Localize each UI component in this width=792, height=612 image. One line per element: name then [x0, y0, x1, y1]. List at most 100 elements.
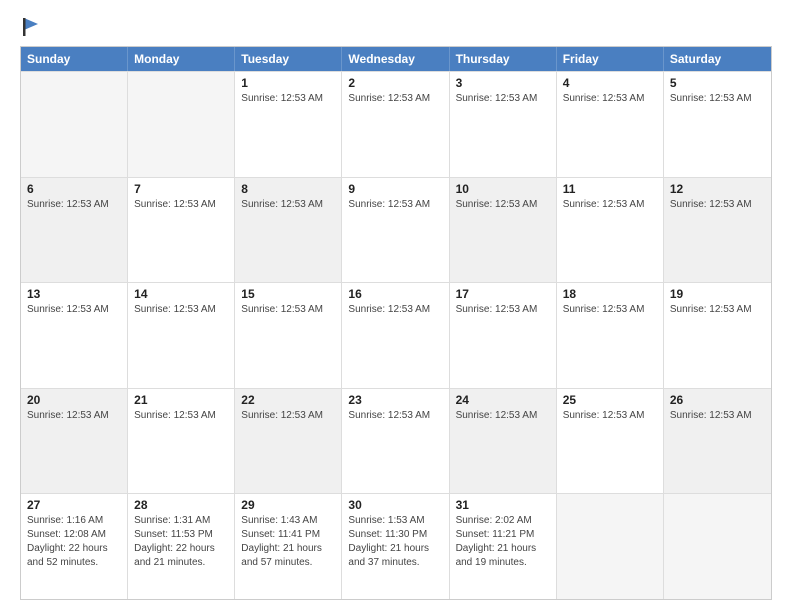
- calendar-day-cell: 28 Sunrise: 1:31 AMSunset: 11:53 PMDaylig…: [128, 494, 235, 599]
- day-number: 5: [670, 76, 765, 90]
- calendar-day-cell: 7 Sunrise: 12:53 AM: [128, 178, 235, 283]
- calendar-day-cell: 11 Sunrise: 12:53 AM: [557, 178, 664, 283]
- day-info: Sunrise: 2:02 AMSunset: 11:21 PMDaylight…: [456, 514, 550, 570]
- day-number: 19: [670, 287, 765, 301]
- day-number: 17: [456, 287, 550, 301]
- day-info: Sunrise: 12:53 AM: [670, 303, 765, 317]
- day-info: Sunrise: 12:53 AM: [241, 198, 335, 212]
- day-number: 28: [134, 498, 228, 512]
- calendar-header-cell: Tuesday: [235, 47, 342, 71]
- calendar-day-cell: 19 Sunrise: 12:53 AM: [664, 283, 771, 388]
- day-info: Sunrise: 12:53 AM: [134, 409, 228, 423]
- day-info: Sunrise: 12:53 AM: [134, 198, 228, 212]
- calendar-day-cell: 13 Sunrise: 12:53 AM: [21, 283, 128, 388]
- calendar-day-cell: [128, 72, 235, 177]
- day-info: Sunrise: 12:53 AM: [456, 303, 550, 317]
- day-info: Sunrise: 12:53 AM: [348, 92, 442, 106]
- calendar-day-cell: 15 Sunrise: 12:53 AM: [235, 283, 342, 388]
- day-info: Sunrise: 12:53 AM: [241, 92, 335, 106]
- calendar-day-cell: 9Sunrise: 12:53 AM: [342, 178, 449, 283]
- day-number: 16: [348, 287, 442, 301]
- day-info: Sunrise: 12:53 AM: [348, 198, 442, 212]
- calendar-header-cell: Saturday: [664, 47, 771, 71]
- calendar-day-cell: 8 Sunrise: 12:53 AM: [235, 178, 342, 283]
- calendar-day-cell: 20 Sunrise: 12:53 AM: [21, 389, 128, 494]
- day-number: 6: [27, 182, 121, 196]
- day-info: Sunrise: 12:53 AM: [241, 303, 335, 317]
- calendar-day-cell: 29 Sunrise: 1:43 AMSunset: 11:41 PMDaylig…: [235, 494, 342, 599]
- day-number: 30: [348, 498, 442, 512]
- calendar-week: 13Sunrise: 12:53 AM14Sunrise: 12:53 AM15…: [21, 282, 771, 388]
- day-info: Sunrise: 12:53 AM: [563, 92, 657, 106]
- calendar-day-cell: 14Sunrise: 12:53 AM: [128, 283, 235, 388]
- calendar-body: 1 Sunrise: 12:53 AM 2 Sunrise: 12:53 AM 3 Sun…: [21, 71, 771, 599]
- day-info: Sunrise: 12:53 AM: [348, 303, 442, 317]
- day-number: 15: [241, 287, 335, 301]
- day-number: 2: [348, 76, 442, 90]
- day-info: Sunrise: 12:53 AM: [456, 409, 550, 423]
- calendar-day-cell: 4 Sunrise: 12:53 AM: [557, 72, 664, 177]
- day-info: Sunrise: 12:53 AM: [27, 198, 121, 212]
- calendar-day-cell: 17 Sunrise: 12:53 AM: [450, 283, 557, 388]
- day-number: 13: [27, 287, 121, 301]
- calendar-day-cell: 30 Sunrise: 1:53 AMSunset: 11:30 PMDaylig…: [342, 494, 449, 599]
- calendar-week: 6 Sunrise: 12:53 AM 7 Sunrise: 12:53 AM 8 Sun…: [21, 177, 771, 283]
- day-number: 26: [670, 393, 765, 407]
- logo: [20, 20, 40, 38]
- logo-text: [20, 20, 40, 38]
- day-info: Sunrise: 12:53 AM: [348, 409, 442, 423]
- calendar-day-cell: 27Sunrise: 1:16 AMSunset: 12:08 AMDaylig…: [21, 494, 128, 599]
- page: SundayMondayTuesdayWednesdayThursdayFrid…: [0, 0, 792, 612]
- day-number: 4: [563, 76, 657, 90]
- day-number: 8: [241, 182, 335, 196]
- calendar-day-cell: 5 Sunrise: 12:53 AM: [664, 72, 771, 177]
- logo-flag-icon: [22, 16, 40, 38]
- day-info: Sunrise: 12:53 AM: [27, 303, 121, 317]
- calendar-day-cell: 31Sunrise: 2:02 AMSunset: 11:21 PMDaylig…: [450, 494, 557, 599]
- calendar-header-cell: Friday: [557, 47, 664, 71]
- calendar-header-cell: Wednesday: [342, 47, 449, 71]
- day-number: 20: [27, 393, 121, 407]
- day-info: Sunrise: 12:53 AM: [563, 409, 657, 423]
- day-info: Sunrise: 12:53 AM: [456, 92, 550, 106]
- day-number: 11: [563, 182, 657, 196]
- day-number: 21: [134, 393, 228, 407]
- calendar-day-cell: 26 Sunrise: 12:53 AM: [664, 389, 771, 494]
- day-number: 3: [456, 76, 550, 90]
- calendar-week: 27Sunrise: 1:16 AMSunset: 12:08 AMDaylig…: [21, 493, 771, 599]
- header: [20, 16, 772, 38]
- calendar-week: 20Sunrise: 12:53 AM21Sunrise: 12:53 AM22…: [21, 388, 771, 494]
- day-info: Sunrise: 1:43 AMSunset: 11:41 PMDaylight…: [241, 514, 335, 570]
- day-number: 24: [456, 393, 550, 407]
- day-info: Sunrise: 12:53 AM: [27, 409, 121, 423]
- calendar: SundayMondayTuesdayWednesdayThursdayFrid…: [20, 46, 772, 600]
- calendar-day-cell: 2 Sunrise: 12:53 AM: [342, 72, 449, 177]
- calendar-day-cell: 21 Sunrise: 12:53 AM: [128, 389, 235, 494]
- day-info: Sunrise: 1:53 AMSunset: 11:30 PMDaylight…: [348, 514, 442, 570]
- calendar-header-cell: Thursday: [450, 47, 557, 71]
- calendar-day-cell: 22Sunrise: 12:53 AM: [235, 389, 342, 494]
- calendar-week: 1 Sunrise: 12:53 AM 2 Sunrise: 12:53 AM 3 Sun…: [21, 71, 771, 177]
- day-number: 29: [241, 498, 335, 512]
- calendar-day-cell: 1 Sunrise: 12:53 AM: [235, 72, 342, 177]
- day-number: 1: [241, 76, 335, 90]
- day-info: Sunrise: 12:53 AM: [563, 198, 657, 212]
- day-number: 18: [563, 287, 657, 301]
- day-number: 25: [563, 393, 657, 407]
- day-number: 27: [27, 498, 121, 512]
- day-info: Sunrise: 12:53 AM: [134, 303, 228, 317]
- day-number: 7: [134, 182, 228, 196]
- day-info: Sunrise: 1:31 AMSunset: 11:53 PMDaylight…: [134, 514, 228, 570]
- day-info: Sunrise: 12:53 AM: [456, 198, 550, 212]
- calendar-day-cell: 10 Sunrise: 12:53 AM: [450, 178, 557, 283]
- calendar-day-cell: [21, 72, 128, 177]
- calendar-day-cell: [664, 494, 771, 599]
- day-info: Sunrise: 12:53 AM: [241, 409, 335, 423]
- calendar-day-cell: 25 Sunrise: 12:53 AM: [557, 389, 664, 494]
- calendar-day-cell: [557, 494, 664, 599]
- day-number: 10: [456, 182, 550, 196]
- day-info: Sunrise: 12:53 AM: [670, 92, 765, 106]
- day-info: Sunrise: 12:53 AM: [670, 409, 765, 423]
- calendar-day-cell: 3 Sunrise: 12:53 AM: [450, 72, 557, 177]
- calendar-day-cell: 18Sunrise: 12:53 AM: [557, 283, 664, 388]
